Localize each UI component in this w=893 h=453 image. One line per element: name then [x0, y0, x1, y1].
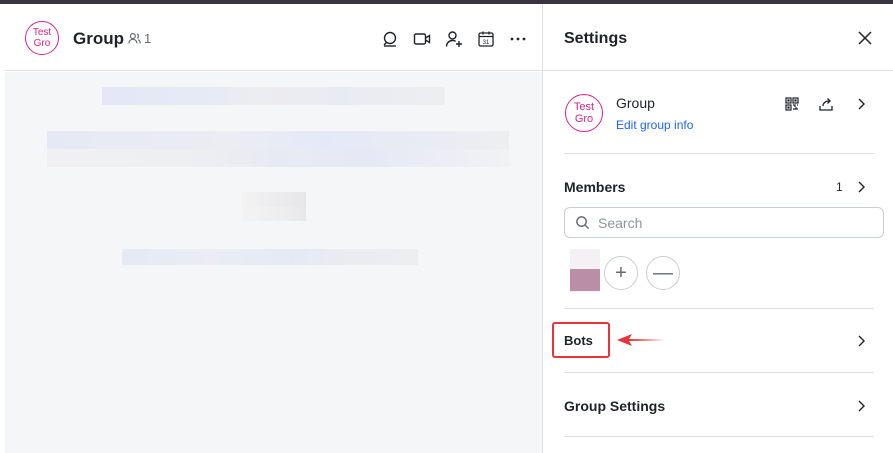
chevron-right-icon[interactable]	[853, 333, 869, 349]
member-search-box[interactable]	[564, 207, 884, 238]
qr-code-icon[interactable]	[784, 96, 800, 112]
member-count-value: 1	[144, 31, 152, 46]
chat-header: Test Gro Group 1 31	[5, 4, 542, 71]
bots-title[interactable]: Bots	[564, 333, 593, 348]
settings-header-divider	[543, 70, 893, 71]
video-call-icon[interactable]	[413, 30, 431, 48]
calendar-day-text: 31	[483, 40, 490, 46]
blurred-message	[47, 131, 509, 149]
chevron-right-icon[interactable]	[853, 398, 869, 414]
blurred-message	[102, 87, 445, 105]
settings-panel: Settings Test Gro Group Edit group info …	[542, 4, 893, 453]
member-search-input[interactable]	[598, 214, 868, 231]
members-count: 1	[836, 180, 843, 194]
avatar-text-line2: Gro	[33, 38, 51, 49]
section-divider	[564, 153, 874, 154]
chat-panel: Test Gro Group 1 31	[5, 4, 542, 453]
search-icon	[576, 216, 590, 230]
add-member-icon[interactable]	[445, 30, 463, 48]
avatar-text-line2: Gro	[574, 113, 594, 125]
chevron-right-icon[interactable]	[853, 179, 869, 195]
search-chat-icon[interactable]	[381, 30, 399, 48]
avatar-text-line1: Test	[32, 27, 52, 38]
group-avatar[interactable]: Test Gro	[565, 94, 603, 132]
calendar-icon[interactable]: 31	[477, 30, 495, 48]
annotation-arrow-icon	[617, 334, 665, 346]
group-avatar[interactable]: Test Gro	[25, 21, 59, 55]
group-name: Group	[616, 95, 655, 111]
chat-title[interactable]: Group	[73, 29, 124, 49]
member-avatar[interactable]	[570, 249, 600, 292]
member-count-badge[interactable]: 1	[128, 31, 151, 46]
remove-member-button[interactable]: —	[646, 256, 680, 290]
settings-title: Settings	[564, 30, 628, 47]
more-icon[interactable]	[509, 30, 527, 48]
edit-group-info-link[interactable]: Edit group info	[616, 118, 693, 132]
close-icon[interactable]	[856, 29, 874, 47]
blurred-message	[122, 249, 418, 265]
members-title[interactable]: Members	[564, 179, 625, 195]
add-member-button[interactable]: +	[604, 256, 638, 290]
section-divider	[564, 372, 874, 373]
blurred-message	[47, 149, 509, 167]
avatar-text-line1: Test	[573, 101, 595, 113]
chat-messages-area	[5, 72, 542, 453]
section-divider	[564, 308, 874, 309]
blurred-message	[242, 207, 306, 221]
chevron-right-icon[interactable]	[853, 96, 869, 112]
share-icon[interactable]	[818, 96, 834, 112]
section-divider	[564, 436, 874, 437]
members-icon	[128, 33, 141, 44]
group-settings-title[interactable]: Group Settings	[564, 398, 665, 414]
